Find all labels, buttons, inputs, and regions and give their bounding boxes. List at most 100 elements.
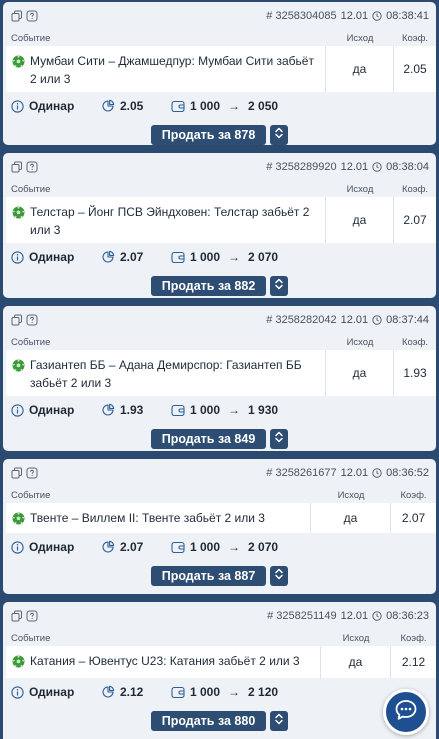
up-down-arrows-icon [274, 567, 284, 586]
coef-column-header: Коэф. [401, 184, 429, 195]
outcome-cell: да [326, 350, 394, 396]
bet-row: Газиантеп ББ – Адана Демирспор: Газианте… [6, 350, 436, 396]
bet-card: # 3258289920 12.01 08:38:04 Событие Исхо… [3, 153, 436, 298]
odds-icon [101, 250, 115, 264]
copy-icon[interactable] [11, 467, 23, 479]
bet-card: # 3258282042 12.01 08:37:44 Событие Исхо… [3, 306, 436, 451]
help-icon[interactable] [26, 610, 38, 622]
info-icon [11, 403, 24, 417]
bet-summary: Одинар 2.07 1 000 → 2 070 [3, 533, 436, 561]
bet-card-header: # 3258282042 12.01 08:37:44 [3, 306, 436, 334]
bet-id: # 3258251149 [267, 610, 337, 622]
total-odds: 1.93 [120, 403, 144, 417]
sell-row: Продать за 849 [3, 424, 436, 451]
odds-icon [101, 403, 115, 417]
event-column-header: Событие [11, 490, 51, 501]
sell-options-button[interactable] [270, 711, 289, 731]
sell-row: Продать за 882 [3, 271, 436, 298]
stake-amount: 1 000 [190, 99, 221, 113]
outcome-cell: да [326, 46, 394, 92]
wallet-icon [171, 251, 185, 264]
bet-row: Телстар – Йонг ПСВ Эйндховен: Телстар за… [6, 197, 436, 243]
bet-table-header: Событие Исход Коэф. [3, 630, 436, 646]
clock-icon [372, 468, 382, 478]
bet-card: # 3258251149 12.01 08:36:23 Событие Исхо… [3, 602, 436, 739]
clock-icon [372, 11, 382, 21]
bet-id: # 3258289920 [266, 161, 337, 173]
help-icon[interactable] [26, 314, 38, 326]
outcome-cell: да [321, 646, 391, 678]
event-cell: Газиантеп ББ – Адана Демирспор: Газианте… [6, 350, 326, 396]
event-cell: Катания – Ювентус U23: Катания забьёт 2 … [6, 646, 321, 678]
copy-icon[interactable] [11, 161, 23, 173]
sell-options-button[interactable] [270, 125, 289, 145]
bet-row: Катания – Ювентус U23: Катания забьёт 2 … [6, 646, 436, 678]
soccer-ball-icon [12, 655, 25, 668]
sell-button[interactable]: Продать за 882 [150, 276, 267, 296]
coef-column-header: Коэф. [400, 633, 427, 644]
copy-icon[interactable] [11, 610, 23, 622]
clock-icon [372, 315, 382, 325]
sell-options-button[interactable] [270, 276, 289, 296]
help-icon[interactable] [26, 10, 38, 22]
bet-table-header: Событие Исход Коэф. [3, 487, 436, 503]
bet-row: Мумбаи Сити – Джамшедпур: Мумбаи Сити за… [6, 46, 436, 92]
outcome-column-header: Исход [342, 633, 370, 644]
outcome-column-header: Исход [346, 337, 374, 348]
bet-time: 08:38:41 [386, 10, 429, 22]
bet-table-header: Событие Исход Коэф. [3, 181, 436, 197]
event-name: Твенте – Виллем II: Твенте забьёт 2 или … [30, 511, 265, 525]
bet-card-header: # 3258261677 12.01 08:36:52 [3, 459, 436, 487]
soccer-ball-icon [12, 55, 25, 68]
total-odds: 2.07 [120, 250, 144, 264]
payout-arrow: → [228, 99, 241, 113]
copy-icon[interactable] [11, 10, 23, 22]
event-cell: Твенте – Виллем II: Твенте забьёт 2 или … [6, 503, 311, 533]
event-cell: Мумбаи Сити – Джамшедпур: Мумбаи Сити за… [6, 46, 326, 92]
bet-time: 08:36:52 [386, 467, 429, 479]
coef-cell: 2.07 [401, 511, 426, 525]
sell-button[interactable]: Продать за 880 [150, 711, 267, 731]
bet-type: Одинар [29, 250, 75, 264]
up-down-arrows-icon [274, 126, 284, 145]
bet-id: # 3258282042 [266, 314, 337, 326]
bet-row: Твенте – Виллем II: Твенте забьёт 2 или … [6, 503, 436, 533]
bet-type: Одинар [29, 99, 75, 113]
event-column-header: Событие [11, 184, 51, 195]
event-cell: Телстар – Йонг ПСВ Эйндховен: Телстар за… [6, 197, 326, 243]
clock-icon [372, 162, 382, 172]
odds-icon [101, 99, 115, 113]
sell-options-button[interactable] [270, 566, 289, 586]
event-name: Телстар – Йонг ПСВ Эйндховен: Телстар за… [30, 205, 310, 237]
help-icon[interactable] [26, 467, 38, 479]
event-name: Катания – Ювентус U23: Катания забьёт 2 … [30, 654, 300, 668]
bet-card-header: # 3258289920 12.01 08:38:04 [3, 153, 436, 181]
payout-arrow: → [228, 540, 241, 554]
event-column-header: Событие [11, 337, 51, 348]
payout-amount: 2 070 [248, 540, 279, 554]
event-column-header: Событие [11, 633, 51, 644]
bet-type: Одинар [29, 540, 75, 554]
sell-button[interactable]: Продать за 887 [150, 566, 267, 586]
copy-icon[interactable] [11, 314, 23, 326]
odds-icon [101, 685, 115, 699]
bet-type: Одинар [29, 685, 75, 699]
payout-amount: 2 070 [248, 250, 279, 264]
stake-amount: 1 000 [190, 685, 221, 699]
outcome-column-header: Исход [346, 33, 374, 44]
bet-card: # 3258304085 12.01 08:38:41 Событие Исхо… [3, 2, 436, 145]
bet-id: # 3258304085 [266, 10, 337, 22]
sell-options-button[interactable] [270, 429, 289, 449]
sell-row: Продать за 880 [3, 706, 436, 736]
outcome-column-header: Исход [337, 490, 365, 501]
info-icon [11, 685, 24, 699]
sell-button[interactable]: Продать за 849 [150, 429, 267, 449]
soccer-ball-icon [12, 359, 25, 372]
bet-summary: Одинар 2.05 1 000 → 2 050 [3, 92, 436, 120]
help-icon[interactable] [26, 161, 38, 173]
bet-card-header: # 3258251149 12.01 08:36:23 [3, 602, 436, 630]
wallet-icon [171, 686, 185, 699]
sell-button[interactable]: Продать за 878 [150, 125, 267, 145]
bet-summary: Одинар 2.07 1 000 → 2 070 [3, 243, 436, 271]
chat-button[interactable] [383, 689, 429, 735]
